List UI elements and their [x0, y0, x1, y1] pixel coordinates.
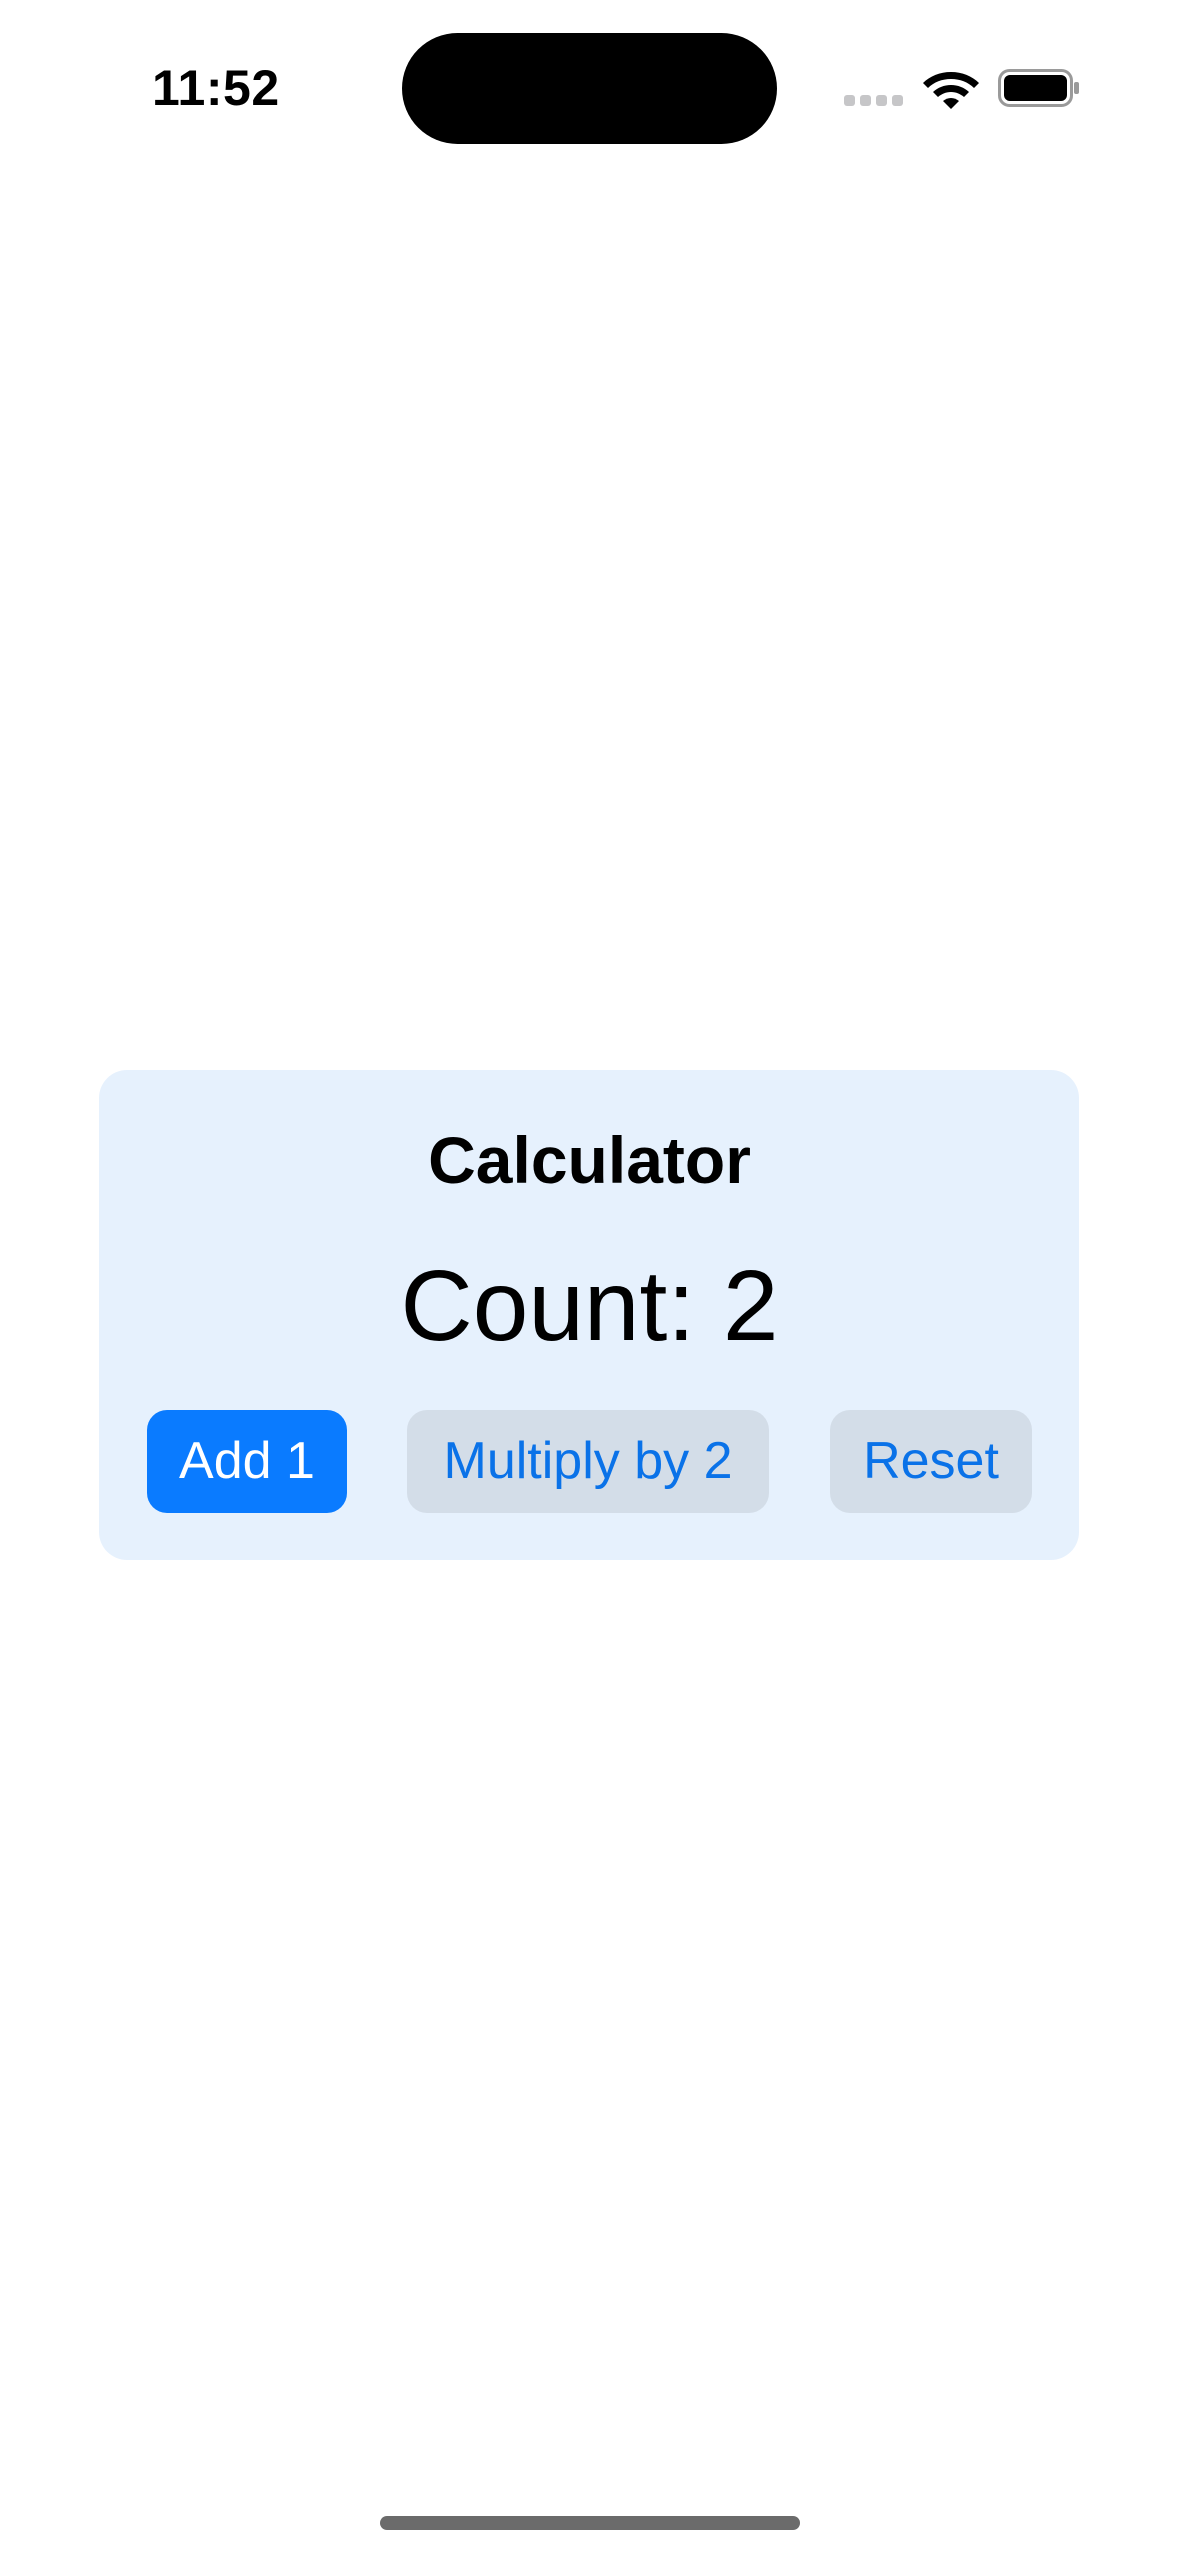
multiply-by-two-button[interactable]: Multiply by 2	[407, 1410, 769, 1513]
status-time: 11:52	[152, 60, 280, 116]
count-display: Count: 2	[400, 1250, 779, 1362]
card-title: Calculator	[428, 1123, 751, 1197]
wifi-icon	[923, 72, 979, 109]
battery-icon	[998, 69, 1079, 107]
add-one-button[interactable]: Add 1	[147, 1410, 347, 1513]
reset-button[interactable]: Reset	[830, 1410, 1032, 1513]
cellular-signal-icon	[844, 95, 904, 107]
home-indicator[interactable]	[380, 2516, 800, 2530]
dynamic-island	[402, 33, 777, 144]
